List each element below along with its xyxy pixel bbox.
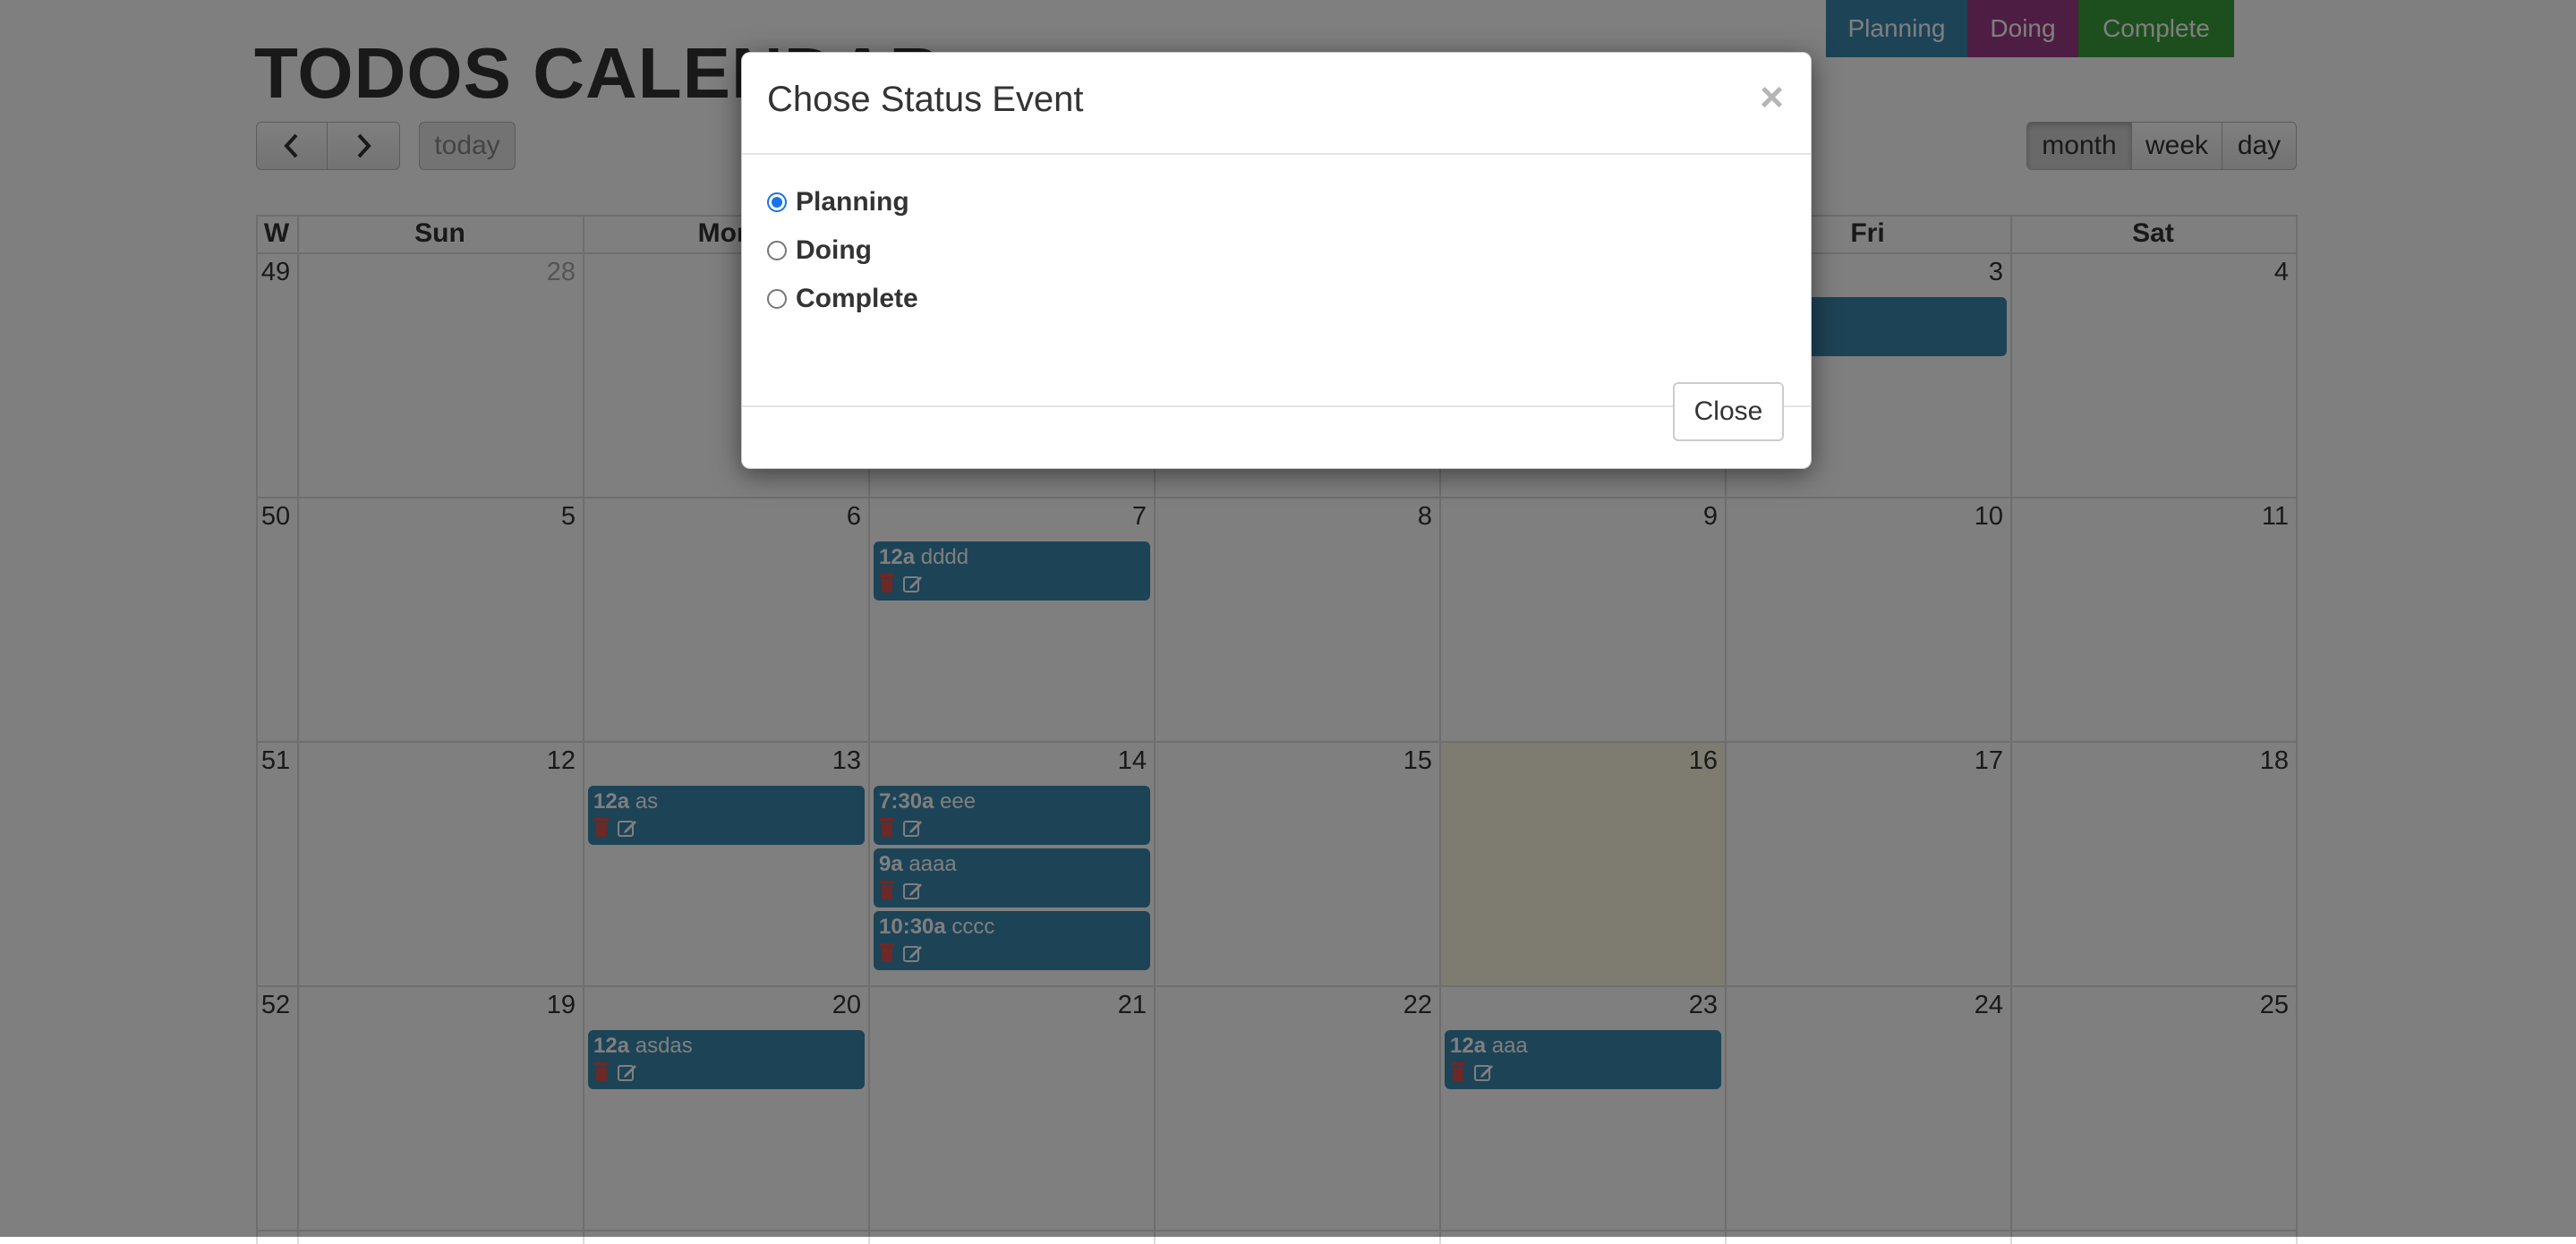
close-icon[interactable]: × <box>1760 72 1784 121</box>
radio-option-complete[interactable]: Complete <box>767 284 918 314</box>
radio-label-complete: Complete <box>796 284 918 313</box>
close-button[interactable]: Close <box>1673 382 1784 441</box>
radio-complete[interactable] <box>767 289 787 309</box>
modal-header: Chose Status Event × <box>742 53 1811 155</box>
radio-label-planning: Planning <box>796 187 909 217</box>
radio-doing[interactable] <box>767 241 787 260</box>
modal-body: Planning Doing Complete <box>742 153 1811 407</box>
modal-title: Chose Status Event <box>767 80 1084 119</box>
radio-planning[interactable] <box>767 192 787 212</box>
radio-option-planning[interactable]: Planning <box>767 187 909 217</box>
status-modal: Chose Status Event × Planning Doing Comp… <box>741 52 1812 469</box>
radio-label-doing: Doing <box>796 235 872 265</box>
radio-option-doing[interactable]: Doing <box>767 235 872 266</box>
calendar-page: Planning Doing Complete TODOS CALENDAR t… <box>0 0 2576 1244</box>
